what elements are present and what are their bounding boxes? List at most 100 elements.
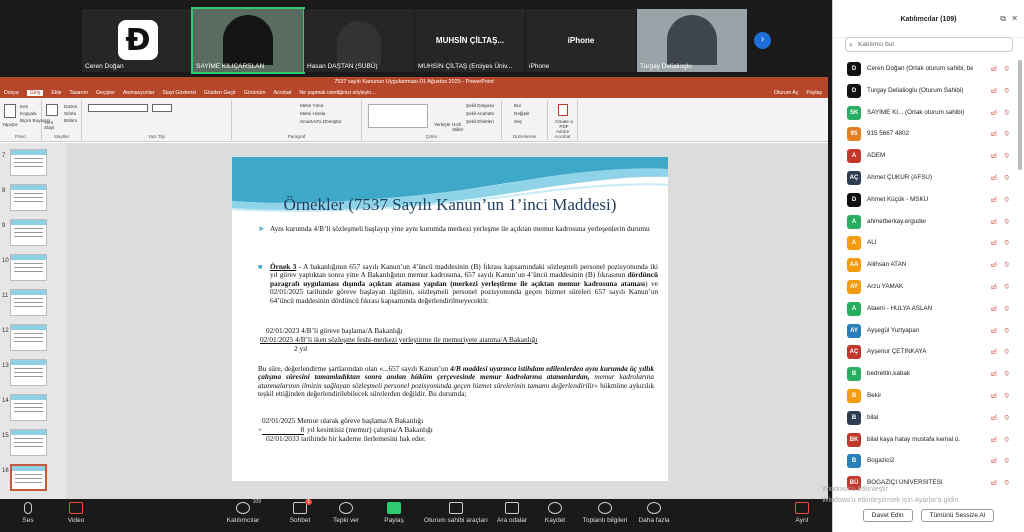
reset-button[interactable]: Sıfırla xyxy=(64,111,76,116)
slide-thumbnail[interactable] xyxy=(10,254,47,281)
find-button[interactable]: Bul xyxy=(514,103,521,108)
chat-button[interactable]: 1 Sohbet xyxy=(278,499,322,524)
meeting-info-button[interactable]: Toplantı bilgileri xyxy=(578,502,632,524)
mic-muted-icon[interactable]: ⦸ xyxy=(1004,305,1009,313)
tab-gozden-gecir[interactable]: Gözden Geçir xyxy=(204,90,236,96)
tab-tasarim[interactable]: Tasarım xyxy=(69,90,87,96)
participant-row[interactable]: 95 915 5667 4802 ▭̸ ⦸ xyxy=(833,123,1017,145)
mic-muted-icon[interactable]: ⦸ xyxy=(1004,283,1009,291)
video-off-icon[interactable]: ▭̸ xyxy=(990,261,997,269)
participant-row[interactable]: D Turgay Delialioglu (Oturum Sahibi) ▭̸ ⦸ xyxy=(833,80,1017,102)
video-off-icon[interactable]: ▭̸ xyxy=(990,414,997,422)
tab-animasyonlar[interactable]: Animasyonlar xyxy=(123,90,154,96)
video-off-icon[interactable]: ▭̸ xyxy=(990,436,997,444)
video-off-icon[interactable]: ▭̸ xyxy=(990,348,997,356)
smartart-button[interactable]: SmartArt'a Dönüştür xyxy=(300,119,341,124)
mic-muted-icon[interactable]: ⦸ xyxy=(1004,239,1009,247)
slide-thumbnail[interactable] xyxy=(10,149,47,176)
current-slide[interactable]: Örnekler (7537 Sayılı Kanun’un 1’inci Ma… xyxy=(232,157,668,481)
participant-row[interactable]: Bbedrettin.kabak ▭̸ ⦸ xyxy=(833,363,1017,385)
pop-out-icon[interactable]: ⧉ xyxy=(1000,14,1006,24)
mic-muted-icon[interactable]: ⦸ xyxy=(1004,218,1009,226)
font-size-box[interactable] xyxy=(152,104,172,112)
participant-row[interactable]: AA Aliihsan ATAN ▭̸ ⦸ xyxy=(833,254,1017,276)
participant-row[interactable]: B Bogazici2 ▭̸ ⦸ xyxy=(833,450,1017,472)
participant-row[interactable]: BK bilal kaya hatay mustafa kemal ü. ▭̸ ⦸ xyxy=(833,429,1017,451)
tab-slayt-gosterisi[interactable]: Slayt Gösterisi xyxy=(162,90,195,96)
mic-muted-icon[interactable]: ⦸ xyxy=(1004,261,1009,269)
new-slide-button[interactable]: Yeni Slayt xyxy=(44,120,62,130)
participant-row[interactable]: AY Arzu YAMAK ▭̸ ⦸ xyxy=(833,276,1017,298)
mic-muted-icon[interactable]: ⦸ xyxy=(1004,109,1009,117)
panel-scrollbar[interactable] xyxy=(1018,60,1022,170)
align-text-button[interactable]: Metni Hizala xyxy=(300,111,325,116)
close-icon[interactable]: ✕ xyxy=(1011,14,1018,23)
mic-muted-icon[interactable]: ⦸ xyxy=(1004,130,1009,138)
slide-thumbnail[interactable] xyxy=(10,359,47,386)
shape-effects-button[interactable]: Şekil Efektleri xyxy=(466,119,494,124)
cut-button[interactable]: Kes xyxy=(20,104,28,109)
slide-thumbnail[interactable] xyxy=(10,219,47,246)
slide-thumbnail[interactable] xyxy=(10,324,47,351)
mic-muted-icon[interactable]: ⦸ xyxy=(1004,370,1009,378)
shapes-gallery[interactable] xyxy=(368,104,428,128)
participant-row[interactable]: D Ahmet Küçük - MSKÜ ▭̸ ⦸ xyxy=(833,189,1017,211)
tab-gecisler[interactable]: Geçişler xyxy=(96,90,115,96)
video-off-icon[interactable]: ▭̸ xyxy=(990,174,997,182)
video-off-icon[interactable]: ▭̸ xyxy=(990,327,997,335)
video-off-icon[interactable]: ▭̸ xyxy=(990,109,997,117)
tab-giris[interactable]: Giriş xyxy=(26,90,44,96)
mic-muted-icon[interactable]: ⦸ xyxy=(1004,392,1009,400)
mic-muted-icon[interactable]: ⦸ xyxy=(1004,152,1009,160)
mic-muted-icon[interactable]: ⦸ xyxy=(1004,414,1009,422)
video-tile-ceren[interactable]: Ɖ Ceren Doğan xyxy=(82,9,192,72)
video-off-icon[interactable]: ▭̸ xyxy=(990,239,997,247)
tab-gorunum[interactable]: Görünüm xyxy=(244,90,266,96)
create-pdf-button[interactable]: Create a PDF xyxy=(552,119,576,129)
shape-fill-button[interactable]: Şekil Dolgusu xyxy=(466,103,494,108)
tab-dosya[interactable]: Dosya xyxy=(4,90,19,96)
text-direction-button[interactable]: Metin Yönü xyxy=(300,103,323,108)
tab-ekle[interactable]: Ekle xyxy=(51,90,61,96)
participant-row[interactable]: A ALİ ▭̸ ⦸ xyxy=(833,232,1017,254)
select-button[interactable]: Seç xyxy=(514,119,522,124)
tab-acrobat[interactable]: Acrobat xyxy=(274,90,292,96)
copy-button[interactable]: Kopyala xyxy=(20,111,37,116)
font-name-box[interactable] xyxy=(88,104,148,112)
leave-button[interactable]: Ayrıl xyxy=(780,502,824,524)
slide-thumbnail[interactable] xyxy=(10,184,47,211)
video-tile-iphone[interactable]: iPhone iPhone xyxy=(526,9,636,72)
mic-muted-icon[interactable]: ⦸ xyxy=(1004,87,1009,95)
sign-in-link[interactable]: Oturum Aç xyxy=(774,90,799,96)
video-off-icon[interactable]: ▭̸ xyxy=(990,457,997,465)
video-off-icon[interactable]: ▭̸ xyxy=(990,305,997,313)
video-off-icon[interactable]: ▭̸ xyxy=(990,87,997,95)
chevron-right-icon[interactable]: › xyxy=(754,32,771,49)
participant-row[interactable]: Aahmetberkay.erguder ▭̸ ⦸ xyxy=(833,211,1017,233)
participant-row[interactable]: B Bekir ▭̸ ⦸ xyxy=(833,385,1017,407)
layout-button[interactable]: Düzen xyxy=(64,104,77,109)
participants-button[interactable]: 109 Katılımcılar xyxy=(220,499,266,524)
mic-muted-icon[interactable]: ⦸ xyxy=(1004,479,1009,487)
quick-styles-button[interactable]: Hızlı Stiller xyxy=(452,122,466,132)
video-off-icon[interactable]: ▭̸ xyxy=(990,196,997,204)
share-screen-button[interactable]: Paylaş xyxy=(372,502,416,524)
mute-all-button[interactable]: Tümünü Sessize Al xyxy=(920,509,995,522)
mic-muted-icon[interactable]: ⦸ xyxy=(1004,65,1009,73)
video-off-icon[interactable]: ▭̸ xyxy=(990,283,997,291)
participant-row[interactable]: AÇ Ayşenur ÇETİNKAYA ▭̸ ⦸ xyxy=(833,341,1017,363)
participant-row[interactable]: SK SAYİME KI... (Ortak oturum sahibi) ▭̸ ⦸ xyxy=(833,102,1017,124)
video-tile-muhsin[interactable]: MUHSİN ÇİLTAŞ... MUHSİN ÇİLTAŞ (Erciyes … xyxy=(415,9,525,72)
slide-thumbnail-selected[interactable] xyxy=(10,464,47,491)
participant-row[interactable]: A Ataeni - HÜLYA ASLAN ▭̸ ⦸ xyxy=(833,298,1017,320)
participant-row[interactable]: AÇ Ahmet ÇUKUR (AFSÜ) ▭̸ ⦸ xyxy=(833,167,1017,189)
breakout-rooms-button[interactable]: Ara odalar xyxy=(490,502,534,524)
participant-row[interactable]: Bbilal ▭̸ ⦸ xyxy=(833,407,1017,429)
share-button[interactable]: Paylaş xyxy=(806,90,822,96)
slide-thumbnail[interactable] xyxy=(10,289,47,316)
mic-muted-icon[interactable]: ⦸ xyxy=(1004,457,1009,465)
mic-muted-icon[interactable]: ⦸ xyxy=(1004,327,1009,335)
video-button[interactable]: Video xyxy=(54,502,98,524)
search-input[interactable]: ⌕ Katılımcı bul xyxy=(845,37,1013,52)
slide-thumbnail[interactable] xyxy=(10,429,47,456)
